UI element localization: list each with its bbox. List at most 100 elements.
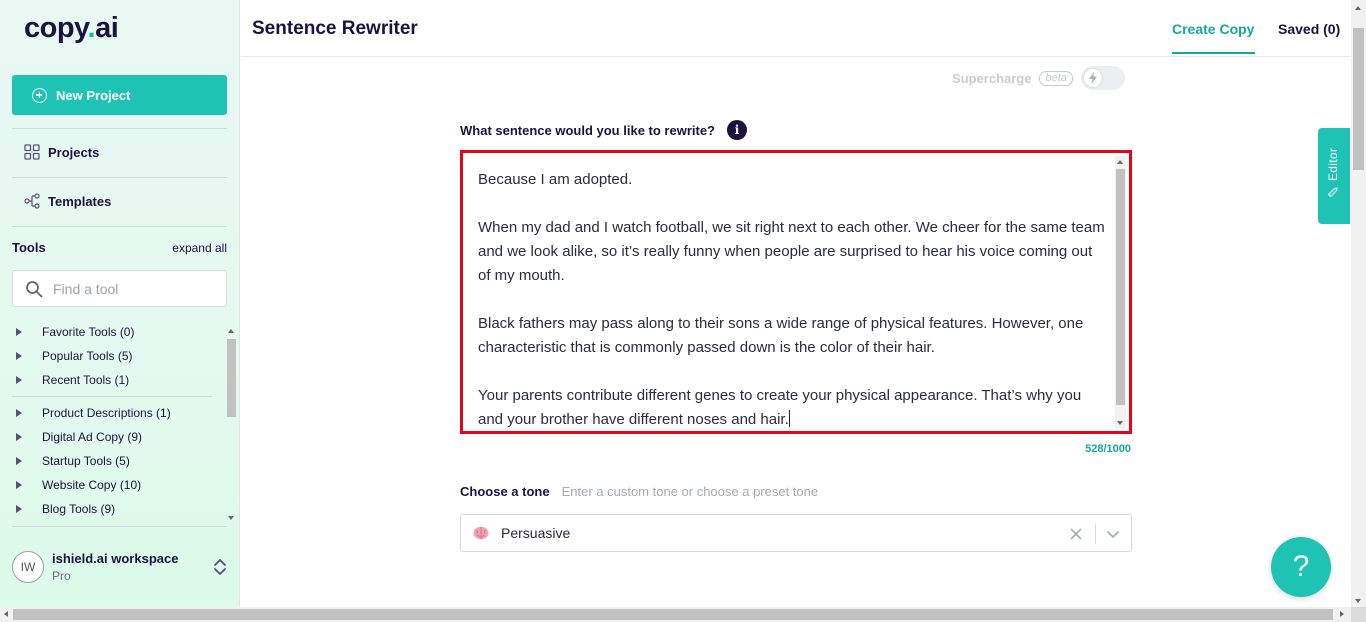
sentence-textarea[interactable]: Because I am adopted. When my dad and I …: [460, 150, 1132, 434]
question-label: What sentence would you like to rewrite?: [460, 122, 715, 138]
plus-circle-icon: [32, 87, 47, 103]
page-vertical-scrollbar[interactable]: [1351, 0, 1366, 607]
toggle-knob: [1083, 69, 1102, 87]
active-tab-indicator: [1172, 52, 1255, 54]
caret-right-icon: [16, 328, 22, 336]
pencil-icon: [1328, 187, 1339, 198]
scroll-left-arrow-icon[interactable]: [4, 611, 8, 617]
tone-select[interactable]: Persuasive: [460, 514, 1132, 552]
tab-saved[interactable]: Saved (0): [1278, 21, 1340, 37]
editor-tab-label: Editor: [1326, 148, 1340, 204]
search-icon: [26, 280, 43, 297]
scroll-down-arrow-icon[interactable]: [228, 516, 234, 520]
page-horizontal-scrollbar[interactable]: [0, 607, 1366, 622]
caret-right-icon: [16, 352, 22, 360]
tools-title: Tools: [12, 240, 46, 255]
tool-group-recent[interactable]: Recent Tools (1): [16, 373, 129, 387]
sidebar-item-projects[interactable]: Projects: [24, 144, 99, 160]
workspace-name: ishield.ai workspace: [52, 551, 179, 566]
scroll-up-arrow-icon[interactable]: [1355, 6, 1361, 10]
caret-right-icon: [16, 481, 22, 489]
top-header: Sentence Rewriter Create Copy Saved (0): [241, 0, 1351, 57]
divider: [12, 396, 212, 397]
textarea-scrollbar[interactable]: [1115, 156, 1126, 428]
caret-right-icon: [16, 505, 22, 513]
caret-right-icon: [16, 433, 22, 441]
chevron-down-icon[interactable]: [1103, 525, 1123, 543]
tool-group-blog-tools[interactable]: Blog Tools (9): [16, 502, 115, 516]
sentence-text[interactable]: Because I am adopted. When my dad and I …: [478, 168, 1108, 432]
tone-value: Persuasive: [501, 525, 571, 541]
workspace-info: ishield.ai workspace Pro: [52, 551, 178, 583]
copyai-logo[interactable]: copy.ai: [24, 12, 119, 45]
beta-badge: beta: [1039, 70, 1073, 86]
lightning-icon: [1088, 72, 1097, 84]
tab-create-copy[interactable]: Create Copy: [1172, 21, 1254, 37]
scroll-right-arrow-icon[interactable]: [1340, 611, 1344, 617]
editor-side-tab[interactable]: Editor: [1318, 128, 1350, 224]
avatar: IW: [12, 551, 44, 583]
tool-group-label: Blog Tools (9): [42, 502, 116, 516]
grid-icon: [24, 144, 40, 160]
tool-group-popular[interactable]: Popular Tools (5): [16, 349, 133, 363]
tool-list-scrollbar[interactable]: [226, 326, 236, 522]
sidebar-item-label: Templates: [48, 193, 112, 209]
scroll-thumb[interactable]: [1353, 28, 1364, 170]
find-tool-field[interactable]: [12, 270, 227, 307]
tool-group-website-copy[interactable]: Website Copy (10): [16, 478, 141, 492]
sidebar-item-label: Projects: [48, 144, 100, 160]
clear-icon[interactable]: [1067, 525, 1085, 543]
sidebar: copy.ai New Project Projects Templates T…: [0, 0, 240, 607]
supercharge-toggle[interactable]: [1080, 66, 1125, 90]
scroll-thumb[interactable]: [227, 339, 236, 417]
caret-right-icon: [16, 457, 22, 465]
share-nodes-icon: [24, 193, 40, 209]
character-counter: 528/1000: [1085, 443, 1131, 455]
text-caret: [788, 410, 790, 427]
supercharge-control: Supercharge beta: [952, 66, 1125, 90]
scroll-down-arrow-icon[interactable]: [1355, 599, 1361, 603]
sentence-text-content: Because I am adopted. When my dad and I …: [478, 171, 1105, 428]
page-title: Sentence Rewriter: [252, 18, 418, 39]
tone-label: Choose a tone: [460, 484, 550, 499]
scroll-up-arrow-icon[interactable]: [1117, 160, 1123, 164]
tool-group-label: Popular Tools (5): [42, 349, 133, 363]
supercharge-label: Supercharge: [952, 70, 1032, 86]
scroll-down-arrow-icon[interactable]: [1117, 421, 1123, 425]
tools-header: Tools expand all: [12, 240, 227, 255]
tool-group-digital-ad-copy[interactable]: Digital Ad Copy (9): [16, 430, 142, 444]
scroll-thumb[interactable]: [1116, 169, 1125, 405]
chevron-up-down-icon[interactable]: [213, 557, 227, 577]
tool-group-favorite[interactable]: Favorite Tools (0): [16, 325, 134, 339]
tool-group-startup-tools[interactable]: Startup Tools (5): [16, 454, 130, 468]
tool-group-label: Favorite Tools (0): [42, 325, 135, 339]
new-project-label: New Project: [56, 87, 131, 103]
tool-group-label: Digital Ad Copy (9): [42, 430, 143, 444]
select-divider: [1095, 524, 1096, 544]
tool-group-label: Startup Tools (5): [42, 454, 130, 468]
brain-emoji-icon: [473, 525, 489, 541]
rewrite-question: What sentence would you like to rewrite?…: [460, 120, 747, 140]
help-button[interactable]: ?: [1271, 537, 1331, 597]
scroll-up-arrow-icon[interactable]: [228, 329, 234, 333]
divider: [12, 526, 227, 527]
find-tool-input[interactable]: [53, 280, 203, 297]
workspace-plan: Pro: [52, 569, 71, 583]
expand-all-link[interactable]: expand all: [172, 241, 227, 255]
caret-right-icon: [16, 409, 22, 417]
tool-group-label: Product Descriptions (1): [42, 406, 171, 420]
divider: [12, 128, 227, 129]
sidebar-item-templates[interactable]: Templates: [24, 193, 111, 209]
workspace-switcher[interactable]: IW ishield.ai workspace Pro: [12, 543, 227, 591]
new-project-button[interactable]: New Project: [12, 75, 227, 115]
editor-label-text: Editor: [1326, 148, 1340, 182]
info-icon[interactable]: i: [727, 120, 747, 140]
caret-right-icon: [16, 376, 22, 384]
divider: [12, 226, 227, 227]
tool-group-label: Website Copy (10): [42, 478, 142, 492]
scrollbar-corner: [1351, 607, 1366, 622]
tool-group-product-descriptions[interactable]: Product Descriptions (1): [16, 406, 171, 420]
scroll-thumb[interactable]: [13, 609, 1333, 620]
tone-row: Choose a tone Enter a custom tone or cho…: [460, 484, 818, 499]
tool-list: Favorite Tools (0) Popular Tools (5) Rec…: [12, 320, 224, 520]
